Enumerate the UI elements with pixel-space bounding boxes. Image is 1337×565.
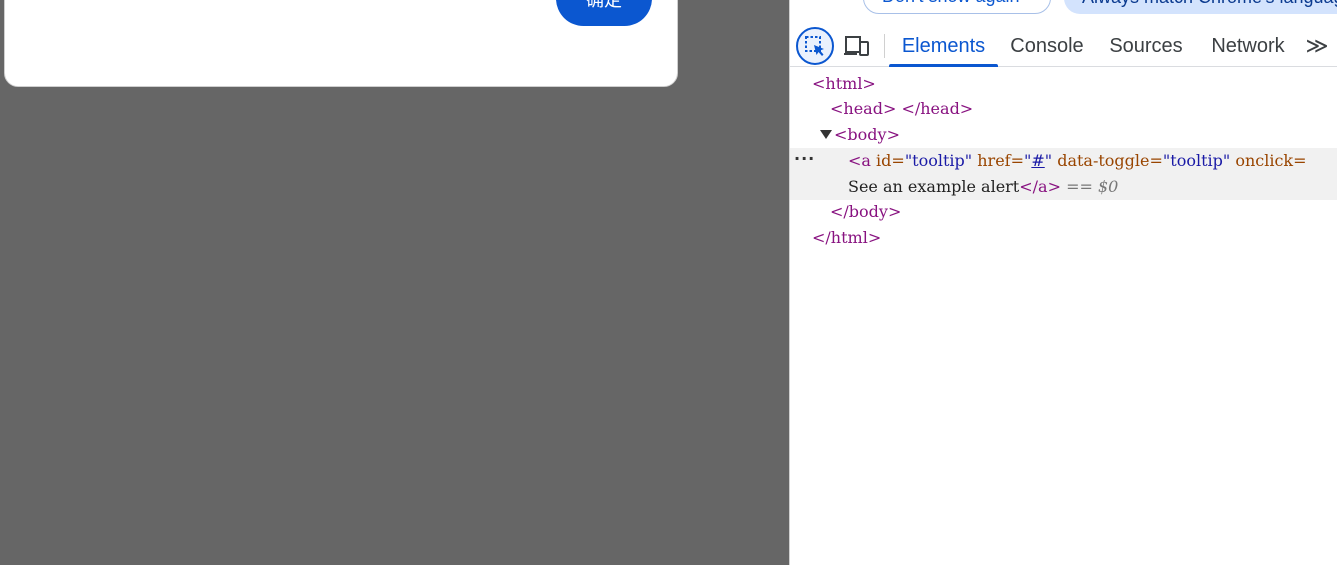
a-open-line: <a id="tooltip" href="#" data-toggle="to… bbox=[848, 148, 1307, 174]
inspect-element-icon[interactable] bbox=[795, 26, 835, 66]
a-open-tag: <a bbox=[848, 151, 871, 170]
tab-sources[interactable]: Sources bbox=[1096, 26, 1196, 66]
body-close-tag: </body> bbox=[830, 202, 902, 221]
dom-node-a-selected[interactable]: ... <a id="tooltip" href="#" data-toggle… bbox=[790, 145, 1337, 200]
body-open-tag: <body> bbox=[834, 125, 900, 144]
html-open-tag: <html> bbox=[812, 74, 876, 93]
dom-node-html-close[interactable]: </html> bbox=[790, 225, 1337, 251]
more-options-icon[interactable]: ... bbox=[794, 142, 815, 168]
dont-show-again-button[interactable]: Don't show again bbox=[863, 0, 1051, 14]
alert-dialog: 确定 bbox=[4, 0, 678, 87]
more-tabs-icon[interactable]: ≫ bbox=[1302, 26, 1332, 66]
language-infobar: Don't show again Always match Chrome's l… bbox=[790, 0, 1337, 26]
tab-console[interactable]: Console bbox=[1002, 26, 1092, 66]
device-toolbar-icon[interactable] bbox=[840, 26, 874, 66]
dom-node-html[interactable]: <html> bbox=[790, 71, 1337, 97]
page-viewport: 确定 bbox=[0, 0, 789, 565]
elements-dom-tree: <html> <head> </head> <body> ... <a id="… bbox=[790, 67, 1337, 565]
attr-onclick-name: onclick= bbox=[1235, 151, 1307, 170]
attr-href-quote-close: " bbox=[1044, 151, 1053, 170]
toolbar-separator bbox=[884, 34, 885, 58]
a-text-node: See an example alert bbox=[848, 177, 1020, 196]
tab-network[interactable]: Network bbox=[1200, 26, 1296, 66]
inspect-cursor-icon bbox=[805, 36, 824, 56]
tab-elements[interactable]: Elements bbox=[889, 26, 998, 67]
attr-id-value: "tooltip" bbox=[904, 151, 973, 170]
attr-href-name: href= bbox=[977, 151, 1024, 170]
devtools-toolbar: Elements Console Sources Network ≫ bbox=[790, 26, 1337, 67]
dom-node-body[interactable]: <body> bbox=[790, 122, 1337, 148]
html-close-tag: </html> bbox=[812, 228, 882, 247]
dom-node-body-close[interactable]: </body> bbox=[790, 199, 1337, 225]
ok-button[interactable]: 确定 bbox=[556, 0, 652, 26]
a-content-line: See an example alert</a> == $0 bbox=[848, 174, 1118, 200]
attr-id-name: id= bbox=[876, 151, 905, 170]
device-icon bbox=[844, 36, 869, 56]
expand-triangle-icon[interactable] bbox=[820, 130, 832, 139]
dom-node-head[interactable]: <head> </head> bbox=[790, 96, 1337, 122]
attr-href-link[interactable]: # bbox=[1031, 151, 1044, 170]
head-tag: <head> </head> bbox=[830, 99, 974, 118]
devtools-panel: Don't show again Always match Chrome's l… bbox=[790, 0, 1337, 565]
attr-toggle-name: data-toggle= bbox=[1057, 151, 1163, 170]
always-match-language-button[interactable]: Always match Chrome's language bbox=[1064, 0, 1337, 14]
a-close-tag: </a> bbox=[1019, 177, 1061, 196]
attr-toggle-value: "tooltip" bbox=[1162, 151, 1231, 170]
selected-node-marker: == $0 bbox=[1066, 177, 1119, 196]
